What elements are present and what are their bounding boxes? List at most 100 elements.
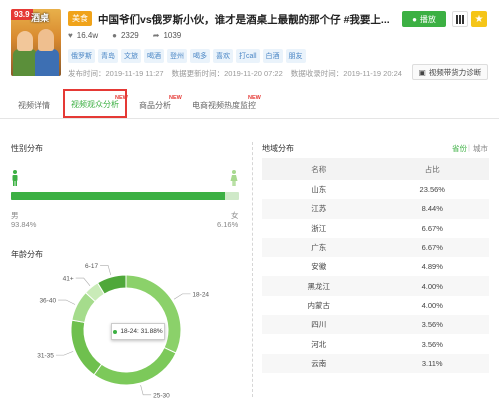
table-row: 安徽 4.89% bbox=[262, 257, 489, 276]
table-row: 江苏 8.44% bbox=[262, 199, 489, 219]
comment-icon: ● bbox=[112, 31, 117, 40]
table-row: 河北 3.56% bbox=[262, 334, 489, 353]
toggle-province[interactable]: 省份 bbox=[452, 143, 467, 154]
region-name: 云南 bbox=[262, 353, 376, 373]
tab-ecommerce-monitor[interactable]: 电商视频热度监控 NEW bbox=[192, 93, 261, 118]
thumbnail-face-left bbox=[17, 31, 33, 51]
diagnose-button[interactable]: ▣ 视频带货力诊断 bbox=[412, 64, 488, 80]
qr-code-icon bbox=[455, 14, 465, 24]
region-share: 4.89% bbox=[421, 262, 443, 272]
table-header-row: 名称 占比 bbox=[262, 158, 489, 180]
tag-item[interactable]: 文旅 bbox=[121, 49, 141, 63]
donut-leader-line bbox=[55, 351, 74, 356]
tag-list: 俄罗斯 青岛 文旅 喝酒 登州 喝多 喜欢 打call 白酒 朋友 bbox=[68, 49, 306, 63]
qr-code-button[interactable] bbox=[452, 11, 468, 27]
diagnose-label: 视频带货力诊断 bbox=[428, 67, 482, 77]
region-share: 3.11% bbox=[375, 353, 489, 373]
region-share: 23.56% bbox=[419, 185, 445, 195]
new-badge: NEW bbox=[248, 95, 261, 101]
female-icon bbox=[230, 170, 238, 186]
table-row: 浙江 6.67% bbox=[262, 219, 489, 238]
region-name: 内蒙古 bbox=[307, 300, 331, 310]
region-section-title: 地域分布 bbox=[262, 144, 294, 153]
region-name: 江苏 bbox=[262, 199, 376, 219]
tab-product-analysis[interactable]: 商品分析 NEW bbox=[139, 93, 182, 118]
region-name: 浙江 bbox=[311, 223, 327, 233]
gender-bar bbox=[11, 192, 239, 200]
comments-count: 2329 bbox=[120, 31, 139, 40]
shares-count: 1039 bbox=[163, 31, 182, 40]
donut-label-31-35: 31-35 bbox=[37, 353, 54, 360]
video-title[interactable]: 中国爷们vs俄罗斯小伙，谁才是酒桌上最靓的那个仔 #我要上... bbox=[98, 12, 390, 27]
timestamps: 发布时间：2019-11-19 11:27 数据更新时间：2019-11-20 … bbox=[68, 68, 402, 79]
region-name: 安徽 bbox=[311, 262, 327, 272]
section-divider bbox=[252, 142, 253, 397]
tab-label: 商品分析 bbox=[139, 101, 171, 110]
tooltip-dot bbox=[113, 329, 118, 334]
female-percent: 6.16% bbox=[217, 220, 239, 229]
age-section-title: 年龄分布 bbox=[11, 250, 43, 259]
donut-label-25-30: 25-30 bbox=[153, 392, 170, 399]
tag-item[interactable]: 白酒 bbox=[262, 49, 283, 63]
play-button[interactable]: ● 播放 bbox=[402, 11, 446, 27]
tag-item[interactable]: 登州 bbox=[167, 49, 187, 63]
donut-label-41+: 41+ bbox=[63, 276, 74, 283]
toggle-divider: | bbox=[468, 143, 470, 152]
donut-slice-18-24[interactable] bbox=[125, 274, 182, 354]
video-thumbnail[interactable]: 93.9 酒桌 bbox=[11, 9, 61, 76]
collected-time: 数据收录时间：2019-11-19 20:24 bbox=[290, 69, 402, 78]
tab-label: 视频详情 bbox=[18, 101, 50, 110]
table-row: 山东 23.56% bbox=[262, 180, 489, 199]
favorite-button[interactable]: ★ bbox=[471, 11, 487, 27]
thumbnail-caption: 酒桌 bbox=[31, 13, 50, 23]
region-share: 3.56% bbox=[421, 339, 443, 349]
highlight-annotation bbox=[63, 89, 127, 118]
comments-stat: ● 2329 bbox=[112, 31, 139, 40]
tag-item[interactable]: 喜欢 bbox=[213, 49, 233, 63]
donut-leader-line bbox=[173, 293, 191, 300]
category-badge: 美食 bbox=[68, 11, 92, 26]
play-label: 播放 bbox=[419, 14, 436, 24]
thumbnail-person-left bbox=[13, 49, 37, 76]
tag-item[interactable]: 青岛 bbox=[98, 49, 118, 63]
donut-leader-line bbox=[140, 385, 152, 396]
male-percent: 93.84% bbox=[11, 220, 37, 229]
tag-item[interactable]: 朋友 bbox=[285, 49, 306, 63]
region-share: 4.00% bbox=[421, 300, 443, 310]
published-time: 发布时间：2019-11-19 11:27 bbox=[68, 69, 164, 78]
region-share: 4.00% bbox=[375, 276, 489, 296]
toggle-city[interactable]: 城市 bbox=[473, 143, 488, 154]
chart-tooltip: 18-24: 31.88% bbox=[111, 323, 165, 340]
likes-count: 16.4w bbox=[76, 31, 99, 40]
gender-bar-male-fill bbox=[11, 192, 225, 200]
donut-slice-31-35[interactable] bbox=[70, 319, 103, 376]
table-row: 云南 3.11% bbox=[262, 353, 489, 373]
donut-slice-25-30[interactable] bbox=[93, 346, 177, 386]
region-name: 河北 bbox=[311, 339, 327, 349]
region-share: 3.56% bbox=[375, 315, 489, 335]
region-name: 黑龙江 bbox=[262, 276, 376, 296]
table-row: 内蒙古 4.00% bbox=[262, 296, 489, 315]
hot-score-badge: 93.9 bbox=[11, 9, 33, 20]
column-header-name: 名称 bbox=[262, 158, 376, 180]
thumbnail-face-right bbox=[38, 29, 54, 51]
gender-section-title: 性别分布 bbox=[11, 144, 43, 153]
tab-video-details[interactable]: 视频详情 bbox=[18, 93, 50, 118]
star-icon: ★ bbox=[474, 13, 484, 25]
table-row: 四川 3.56% bbox=[262, 315, 489, 335]
region-name: 四川 bbox=[262, 315, 376, 335]
tooltip-text: 18-24: 31.88% bbox=[120, 328, 163, 335]
likes-stat: ♥ 16.4w bbox=[68, 31, 98, 40]
share-icon: ➦ bbox=[152, 31, 160, 40]
column-header-share: 占比 bbox=[375, 158, 489, 180]
tag-item[interactable]: 喝酒 bbox=[144, 49, 164, 63]
tag-item[interactable]: 打call bbox=[236, 49, 260, 63]
region-share: 8.44% bbox=[375, 199, 489, 219]
donut-label-36-40: 36-40 bbox=[39, 298, 56, 305]
donut-leader-line bbox=[58, 299, 76, 305]
tag-item[interactable]: 俄罗斯 bbox=[68, 49, 95, 63]
tag-item[interactable]: 喝多 bbox=[190, 49, 210, 63]
new-badge: NEW bbox=[169, 95, 182, 101]
thumbnail-person-right bbox=[35, 49, 59, 76]
donut-label-6-17: 6-17 bbox=[85, 263, 98, 270]
